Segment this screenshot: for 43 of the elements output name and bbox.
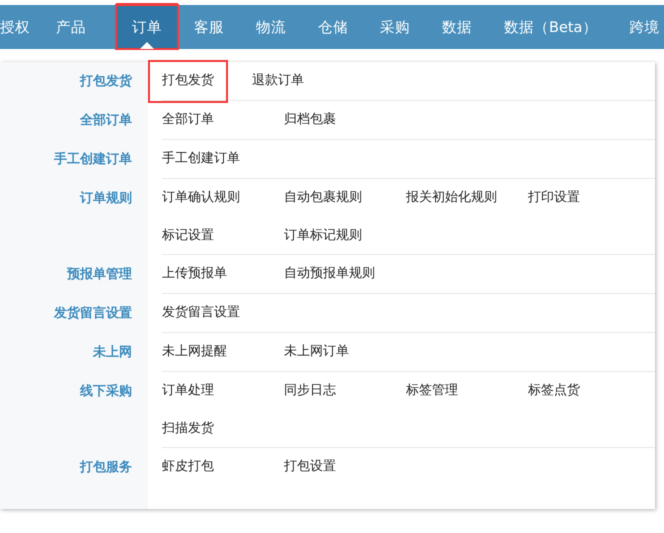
- menu-link[interactable]: 发货留言设置: [162, 294, 284, 333]
- nav-tab[interactable]: 订单: [116, 5, 178, 49]
- group-label: 订单规则: [80, 190, 132, 208]
- menu-link[interactable]: 标签管理: [406, 372, 528, 410]
- menu-link[interactable]: 未上网提醒: [162, 333, 284, 372]
- nav-tab[interactable]: 产品: [56, 5, 102, 49]
- group-label: 线下采购: [80, 382, 132, 401]
- menu-link[interactable]: 退款订单: [252, 62, 374, 101]
- menu-link[interactable]: 自动包裹规则: [284, 179, 406, 217]
- group-label: 全部订单: [80, 112, 132, 130]
- menu-link[interactable]: 订单处理: [162, 372, 284, 410]
- menu-link[interactable]: 订单标记规则: [284, 217, 406, 255]
- menu-link[interactable]: 虾皮打包: [162, 448, 284, 487]
- menu-link[interactable]: 手工创建订单: [162, 140, 284, 179]
- group-label: 打包服务: [80, 459, 132, 477]
- nav-tab[interactable]: 客服: [194, 5, 240, 49]
- menu-link[interactable]: 上传预报单: [162, 255, 284, 294]
- menu-link[interactable]: 标签点货: [528, 372, 650, 410]
- nav-tab[interactable]: 物流: [256, 5, 302, 49]
- group-label: 发货留言设置: [54, 304, 132, 323]
- menu-link[interactable]: 标记设置: [162, 217, 284, 255]
- group-label: 未上网: [93, 344, 132, 362]
- nav-tab[interactable]: 仓储: [318, 5, 364, 49]
- menu-link[interactable]: 自动预报单规则: [284, 255, 406, 294]
- menu-link[interactable]: 打印设置: [528, 179, 650, 217]
- menu-link[interactable]: 报关初始化规则: [406, 179, 528, 217]
- nav-tab[interactable]: 数据（Beta）: [504, 5, 614, 49]
- nav-tab[interactable]: 采购: [380, 5, 426, 49]
- menu-link[interactable]: 未上网订单: [284, 333, 406, 372]
- nav-tab[interactable]: 数据: [442, 5, 488, 49]
- nav-tab[interactable]: 授权: [0, 5, 46, 49]
- menu-link[interactable]: 订单确认规则: [162, 179, 284, 217]
- nav-tab[interactable]: 跨境: [629, 5, 664, 49]
- group-label: 预报单管理: [67, 266, 132, 284]
- group-label: 打包发货: [80, 73, 132, 91]
- menu-link[interactable]: 全部订单: [162, 101, 284, 140]
- group-label: 手工创建订单: [54, 150, 132, 169]
- menu-link[interactable]: 同步日志: [284, 372, 406, 410]
- menu-link[interactable]: 打包设置: [284, 448, 406, 487]
- menu-link[interactable]: 扫描发货: [162, 410, 284, 448]
- menu-link[interactable]: 打包发货: [150, 62, 226, 101]
- pointer-icon: [140, 42, 154, 49]
- menu-link[interactable]: 归档包裹: [284, 101, 406, 140]
